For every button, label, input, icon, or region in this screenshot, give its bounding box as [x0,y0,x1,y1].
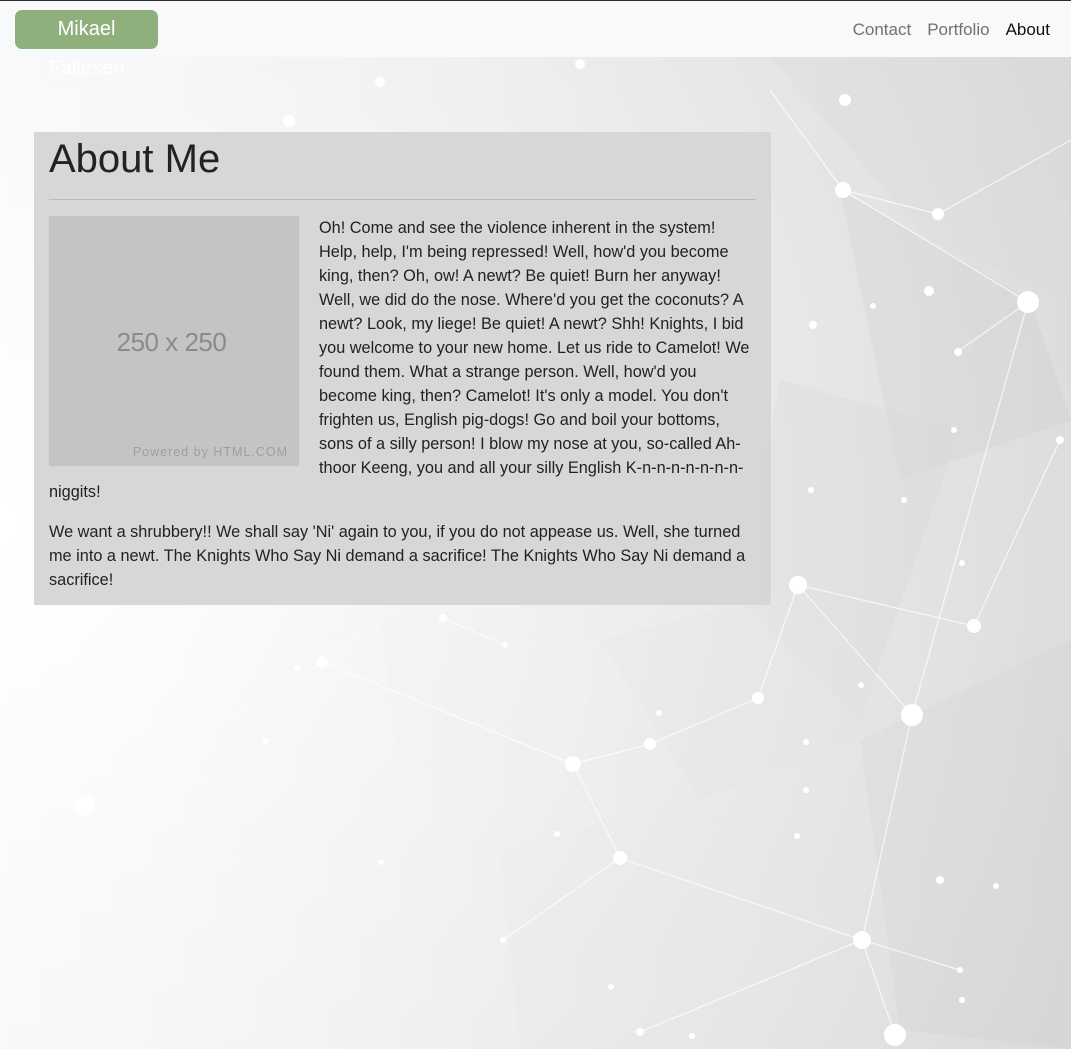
placeholder-image: 250 x 250 Powered by HTML.COM [49,216,299,466]
brand-link[interactable]: Mikael Fallesen [15,10,158,79]
page-title: About Me [49,137,221,181]
about-card: About Me 250 x 250 Powered by HTML.COM O… [34,132,771,605]
about-paragraph-2: We want a shrubbery!! We shall say 'Ni' … [49,523,746,589]
nav-links: Contact Portfolio About [845,1,1058,58]
title-divider [49,199,756,200]
navbar: Mikael Fallesen Contact Portfolio About [0,0,1071,79]
image-credit: Powered by HTML.COM [132,445,288,459]
nav-link-portfolio[interactable]: Portfolio [919,1,997,58]
nav-link-about[interactable]: About [998,1,1058,58]
image-dimensions-label: 250 x 250 [116,327,227,357]
nav-link-contact[interactable]: Contact [845,1,920,58]
